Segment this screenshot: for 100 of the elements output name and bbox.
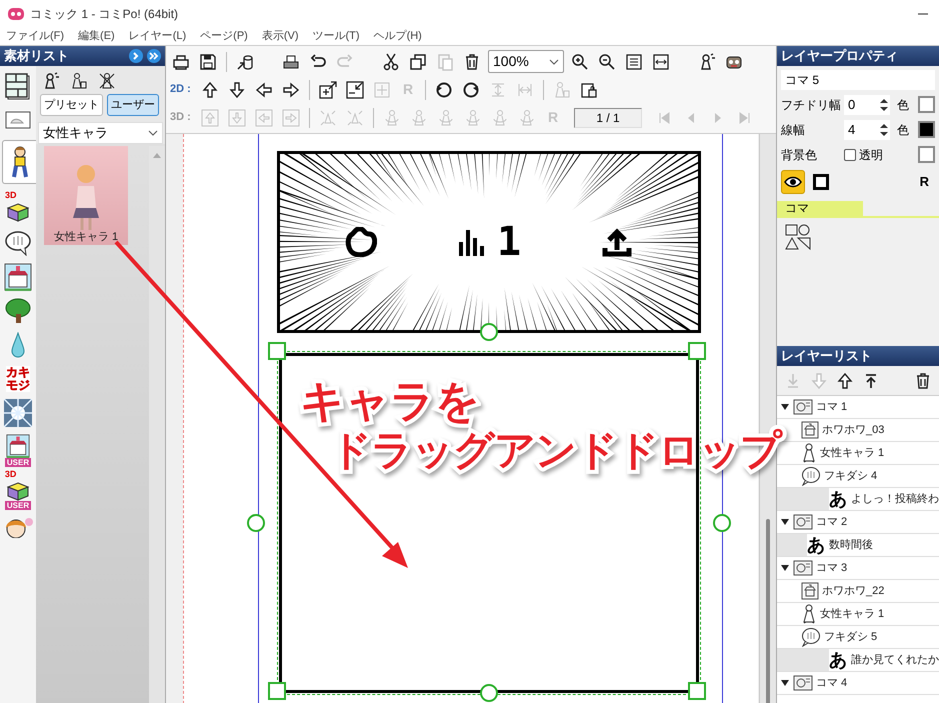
property-tab[interactable]: コマ (777, 201, 863, 216)
layer-row[interactable]: 女性キャラ 1 (777, 603, 939, 626)
layer-row[interactable]: ホワホワ_22 (777, 580, 939, 603)
scrollbar[interactable] (149, 146, 165, 703)
visibility-toggle[interactable] (781, 170, 805, 194)
layer-name: フキダシ 4 (824, 468, 878, 484)
category-tab[interactable] (3, 296, 33, 326)
category-tab[interactable] (3, 262, 33, 292)
menu-item[interactable]: ヘルプ(H) (374, 28, 422, 45)
menu-item[interactable]: ファイル(F) (6, 28, 64, 45)
layer-row[interactable]: コマ 2 (777, 511, 939, 534)
menu-item[interactable]: ページ(P) (200, 28, 248, 45)
sketch-scene-icon (5, 111, 31, 131)
material-thumbnail[interactable]: 女性キャラ 1 (44, 146, 128, 245)
mode-label: 3D : (170, 110, 192, 126)
menu-item[interactable]: 編集(E) (78, 28, 115, 45)
trash-icon (914, 372, 932, 390)
outline-toggle[interactable] (811, 172, 831, 192)
toolbar-button[interactable] (317, 78, 339, 100)
scroll-thumb[interactable] (766, 519, 770, 703)
text-layer-glyph: あ (829, 490, 847, 508)
thumbnail-label: 女性キャラ 1 (54, 232, 118, 243)
filter-button[interactable]: プリセット (40, 94, 103, 116)
flip-vertical-icon (489, 80, 507, 98)
layer-row[interactable]: コマ 3 (777, 557, 939, 580)
building-scene-icon (4, 263, 32, 291)
menu-item[interactable]: レイヤー(L) (128, 28, 186, 45)
up-arrow-icon (201, 80, 219, 98)
category-tab[interactable]: カキ モジ (3, 364, 33, 394)
girl-face-icon (3, 516, 33, 538)
spread-arrows-icon (346, 108, 364, 126)
category-tab[interactable]: 3D (2, 188, 34, 224)
layer-name: コマ 1 (816, 400, 848, 415)
category-tab[interactable]: 3D USER (2, 472, 34, 508)
shapes-icon[interactable] (785, 224, 811, 250)
category-dropdown[interactable]: 女性キャラ (38, 122, 163, 144)
enlarge-icon (319, 80, 337, 98)
chevron-right-icon[interactable] (129, 49, 143, 63)
layer-row[interactable]: コマ 1 (777, 396, 939, 419)
resize-handle[interactable] (688, 682, 706, 700)
name-field[interactable]: コマ 5 (781, 70, 935, 90)
expand-triangle-icon[interactable] (780, 678, 790, 688)
figure-icon (801, 604, 817, 624)
chevron-down-icon (148, 129, 158, 137)
number-spinner[interactable]: 4 (844, 120, 890, 140)
layer-name: フキダシ 5 (824, 630, 878, 645)
menu-item[interactable]: ツール(T) (312, 28, 360, 45)
color-swatch[interactable] (918, 121, 935, 138)
expand-triangle-icon[interactable] (780, 563, 790, 573)
zoom-dropdown[interactable]: 100% (488, 50, 564, 73)
callout-text: キャラを (300, 378, 481, 426)
resize-handle[interactable] (688, 342, 706, 360)
down-arrow-icon (228, 80, 246, 98)
comic-panel[interactable]: 1 (277, 151, 701, 333)
figure-icon (518, 108, 536, 126)
menu-item[interactable]: 表示(V) (262, 28, 299, 45)
expand-triangle-icon[interactable] (780, 402, 790, 412)
paste-icon (436, 52, 454, 70)
layer-name: コマ 2 (816, 514, 848, 530)
double-chevron-icon[interactable] (147, 49, 161, 63)
figure-icon (437, 108, 455, 126)
r-mark[interactable]: R (920, 172, 929, 192)
layer-name: よしっ！投稿終わ (851, 492, 939, 507)
toolbar-button[interactable] (344, 78, 366, 100)
category-tab[interactable]: USER (2, 432, 34, 468)
figure-edit-icon (70, 72, 88, 90)
upload-icon (601, 226, 634, 258)
up-arrow-icon (836, 372, 854, 390)
category-tab[interactable] (2, 140, 36, 184)
layer-name: ホワホワ_22 (822, 584, 884, 599)
filter-button[interactable]: ユーザー (107, 94, 159, 116)
color-swatch[interactable] (918, 96, 935, 113)
resize-handle[interactable] (268, 682, 286, 700)
layer-name: コマ 3 (816, 560, 848, 576)
spread-arrows-icon (319, 108, 337, 126)
printer-icon (282, 52, 300, 70)
layer-row[interactable]: あ よしっ！投稿終わ (777, 488, 939, 511)
figure-lock-icon (553, 80, 571, 98)
layer-row[interactable]: あ 誰か見てくれたか (777, 649, 939, 672)
color-swatch[interactable] (918, 146, 935, 163)
expand-triangle-icon[interactable] (780, 517, 790, 527)
layer-row[interactable]: あ 数時間後 (777, 534, 939, 557)
radial-burst-icon (4, 399, 32, 427)
figure-icon (410, 108, 428, 126)
layer-row[interactable]: コマ 4 (777, 672, 939, 695)
shrink-icon (346, 80, 364, 98)
building-scene-icon (801, 421, 819, 439)
checkbox[interactable] (844, 148, 856, 160)
color-label: 色 (897, 122, 909, 138)
layer-tool-button[interactable] (835, 370, 855, 390)
resize-handle[interactable] (268, 342, 286, 360)
blob-icon (344, 227, 377, 257)
color-label: 色 (897, 96, 909, 114)
crosshair-icon (373, 80, 391, 98)
panel-title: 素材リスト (4, 47, 70, 66)
number-spinner[interactable]: 0 (844, 94, 890, 114)
figure-delete-icon[interactable] (98, 72, 116, 90)
comic-panel[interactable] (279, 353, 699, 693)
eye-icon (784, 176, 802, 188)
panel-thumbnail-icon (793, 675, 813, 691)
